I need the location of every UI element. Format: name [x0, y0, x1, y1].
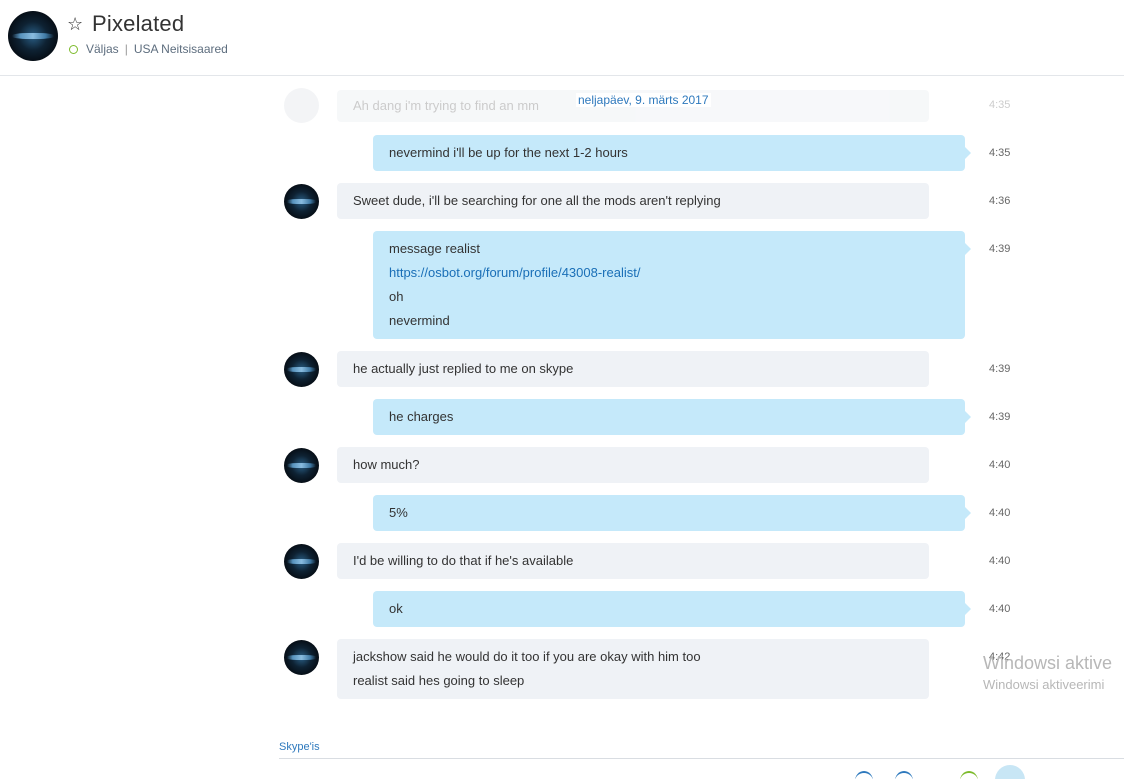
message-text: realist said hes going to sleep — [353, 673, 525, 688]
contact-status-row: Väljas | USA Neitsisaared — [69, 42, 228, 56]
incoming-message-bubble[interactable]: he actually just replied to me on skype — [337, 351, 929, 387]
incoming-message-bubble[interactable]: how much? — [337, 447, 929, 483]
message-text: how much? — [353, 457, 420, 472]
message-text: nevermind — [389, 313, 450, 328]
send-icon[interactable] — [995, 765, 1025, 779]
message-text: nevermind i'll be up for the next 1-2 ho… — [389, 145, 628, 160]
outgoing-message-bubble[interactable]: message realist https://osbot.org/forum/p… — [373, 231, 971, 339]
outgoing-message-bubble[interactable]: 5% — [373, 495, 971, 531]
sender-avatar[interactable] — [284, 544, 319, 579]
conversation-area[interactable]: Ah dang i'm trying to find an mm 4:35 ne… — [0, 76, 1124, 779]
emoji-icon[interactable] — [855, 771, 873, 779]
outgoing-message-bubble[interactable]: he charges — [373, 399, 971, 435]
presence-status: Väljas — [86, 42, 119, 56]
message-text: he charges — [389, 409, 454, 424]
composer-divider — [279, 758, 1124, 759]
message-text: jackshow said he would do it too if you … — [353, 649, 701, 664]
contact-location: USA Neitsisaared — [133, 42, 228, 56]
windows-activation-watermark-title: Windowsi aktive — [983, 653, 1113, 673]
message-text: ok — [389, 601, 403, 616]
message-timestamp: 4:36 — [989, 195, 1011, 207]
chat-header: ☆ Pixelated Väljas | USA Neitsisaared — [0, 0, 1124, 76]
incoming-message-bubble[interactable]: jackshow said he would do it too if you … — [337, 639, 929, 699]
contact-name[interactable]: Pixelated — [92, 11, 184, 37]
incoming-message-bubble[interactable]: I'd be willing to do that if he's availa… — [337, 543, 929, 579]
message-text: Sweet dude, i'll be searching for one al… — [353, 193, 721, 208]
favorite-star-icon[interactable]: ☆ — [67, 13, 83, 35]
outgoing-message-bubble[interactable]: ok — [373, 591, 971, 627]
status-separator: | — [124, 42, 128, 56]
message-timestamp: 4:40 — [989, 603, 1011, 615]
message-text: 5% — [389, 505, 408, 520]
message-text: I'd be willing to do that if he's availa… — [353, 553, 574, 568]
incoming-message-bubble[interactable]: Sweet dude, i'll be searching for one al… — [337, 183, 929, 219]
attach-icon[interactable] — [895, 771, 913, 779]
message-text: oh — [389, 289, 404, 304]
windows-activation-watermark-text: Windowsi aktiveerimi — [983, 677, 1105, 692]
composer-toolbar — [855, 765, 1035, 779]
sender-avatar[interactable] — [284, 184, 319, 219]
sender-avatar[interactable] — [284, 640, 319, 675]
message-timestamp: 4:40 — [989, 507, 1011, 519]
contacts-icon[interactable] — [960, 771, 978, 779]
sender-avatar[interactable] — [284, 448, 319, 483]
message-text: message realist — [389, 241, 481, 256]
presence-ring-icon — [69, 44, 78, 54]
contact-avatar[interactable] — [8, 11, 58, 61]
faded-avatar — [284, 88, 319, 123]
message-timestamp: 4:40 — [989, 555, 1011, 567]
faded-time: 4:35 — [989, 99, 1011, 111]
message-text: he actually just replied to me on skype — [353, 361, 574, 376]
message-timestamp: 4:40 — [989, 459, 1011, 471]
message-timestamp: 4:39 — [989, 363, 1011, 375]
message-timestamp: 4:39 — [989, 411, 1011, 423]
outgoing-message-bubble[interactable]: nevermind i'll be up for the next 1-2 ho… — [373, 135, 971, 171]
date-separator: neljapäev, 9. märts 2017 — [576, 93, 711, 107]
message-timestamp: 4:35 — [989, 147, 1011, 159]
composer-label: Skype'is — [279, 741, 320, 753]
message-link[interactable]: https://osbot.org/forum/profile/43008-re… — [389, 261, 949, 285]
message-timestamp: 4:39 — [989, 243, 1011, 255]
sender-avatar[interactable] — [284, 352, 319, 387]
